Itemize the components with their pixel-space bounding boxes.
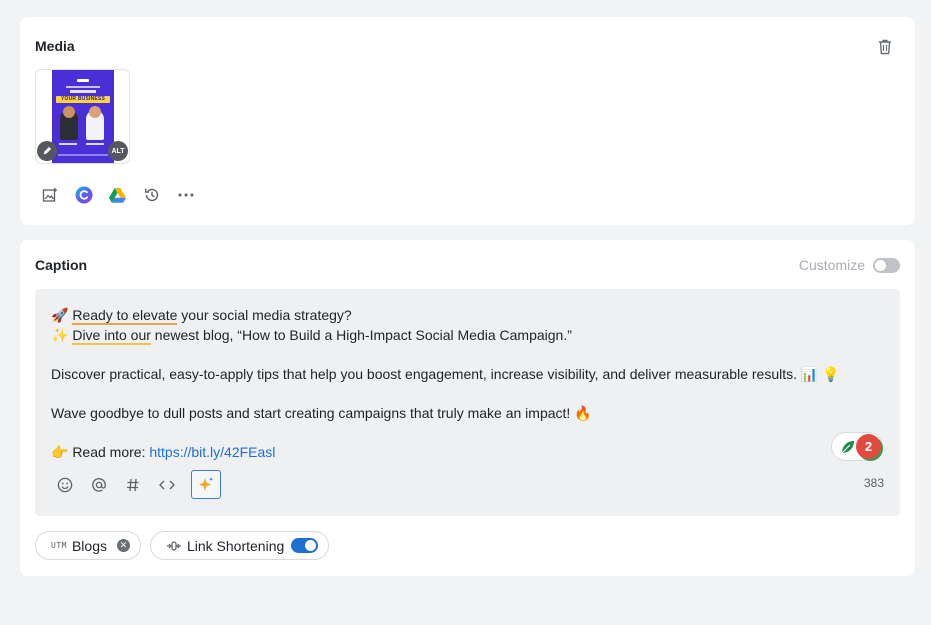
thumbnail-banner: YOUR BUSINESS <box>56 96 110 103</box>
history-icon[interactable] <box>142 186 161 205</box>
edit-media-button[interactable] <box>37 141 57 161</box>
media-title: Media <box>35 38 75 54</box>
customize-toggle[interactable] <box>873 257 900 273</box>
media-card: Media YOUR BUSINESS ALT <box>20 17 915 225</box>
thumbnail-image: YOUR BUSINESS <box>52 70 114 163</box>
caption-line-3: Discover practical, easy-to-apply tips t… <box>51 366 840 382</box>
utm-label: Blogs <box>71 537 107 554</box>
utm-prefix: UTM <box>51 541 67 550</box>
caption-card: Caption Customize 🚀 Ready to elevate you… <box>20 240 915 576</box>
read-more-link[interactable]: https://bit.ly/42FEasl <box>149 444 275 460</box>
character-count: 383 <box>863 476 884 490</box>
google-drive-icon[interactable] <box>108 186 127 205</box>
media-thumbnail[interactable]: YOUR BUSINESS ALT <box>35 69 130 164</box>
caption-title: Caption <box>35 257 88 273</box>
hashtag-icon[interactable] <box>123 475 143 495</box>
customize-label: Customize <box>798 257 865 273</box>
grammar-underline[interactable]: Ready to elevate <box>72 307 178 325</box>
alt-text-button[interactable]: ALT <box>108 141 128 161</box>
sparkle-icon <box>199 476 213 491</box>
grammar-check-badge[interactable]: 2 <box>831 432 883 461</box>
caption-line-2: ✨ Dive into our newest blog, “How to Bui… <box>51 327 572 345</box>
link-shortening-toggle[interactable] <box>291 538 319 553</box>
customize-control: Customize <box>799 257 900 273</box>
mention-icon[interactable] <box>89 475 109 495</box>
grammar-issue-count: 2 <box>856 434 881 459</box>
caption-line-1: 🚀 Ready to elevate your social media str… <box>51 307 352 325</box>
caption-line-4: Wave goodbye to dull posts and start cre… <box>51 405 592 421</box>
canva-icon[interactable] <box>74 186 93 205</box>
pencil-icon <box>43 146 52 155</box>
caption-line-5: 👉 Read more: https://bit.ly/42FEasl <box>51 444 276 460</box>
more-icon[interactable] <box>176 186 195 205</box>
leaf-icon <box>841 441 854 454</box>
link-shortening-label: Link Shortening <box>186 537 285 554</box>
utm-chip[interactable]: UTM Blogs ✕ <box>35 531 141 560</box>
ai-assistant-button[interactable] <box>191 470 221 499</box>
link-shortening-chip[interactable]: Link Shortening <box>149 531 330 560</box>
media-toolbar <box>40 185 195 205</box>
caption-chips: UTM Blogs ✕ Link Shortening <box>35 531 330 560</box>
link-shorten-icon <box>166 540 181 551</box>
emoji-icon[interactable] <box>55 475 75 495</box>
trash-icon[interactable] <box>878 39 892 55</box>
close-icon[interactable]: ✕ <box>116 539 130 552</box>
editor-toolbar <box>55 470 221 499</box>
grammar-underline[interactable]: Dive into our <box>72 327 151 345</box>
caption-editor[interactable]: 🚀 Ready to elevate your social media str… <box>35 289 900 516</box>
caption-text[interactable]: 🚀 Ready to elevate your social media str… <box>51 305 840 462</box>
code-icon[interactable] <box>157 475 177 495</box>
add-image-icon[interactable] <box>40 186 59 205</box>
